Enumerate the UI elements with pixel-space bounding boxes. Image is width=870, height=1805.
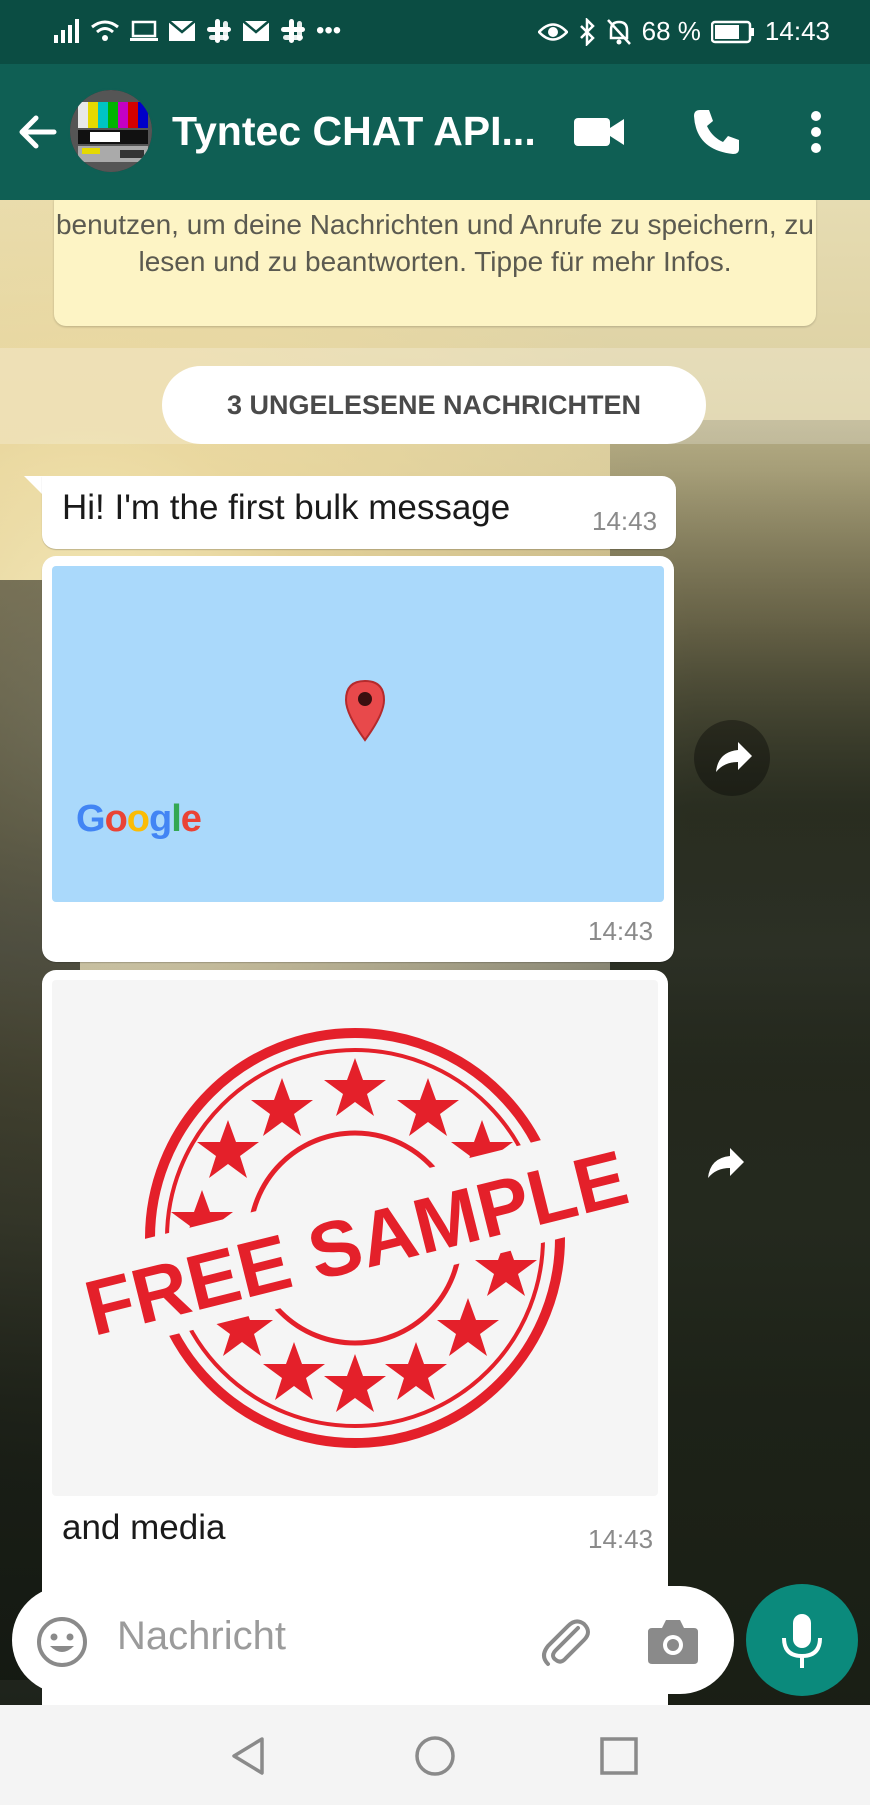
message-bubble[interactable]: Hi! I'm the first bulk message 14:43 (42, 476, 676, 549)
nav-back-icon[interactable] (226, 1733, 272, 1779)
message-time: 14:43 (592, 506, 658, 536)
slack-icon (281, 19, 305, 43)
forward-button[interactable] (686, 1126, 762, 1202)
bluetooth-icon (579, 17, 595, 46)
message-time: 14:43 (588, 916, 654, 946)
wifi-icon (91, 20, 119, 41)
nav-home-icon[interactable] (412, 1733, 458, 1779)
unread-badge: 3 UNGELESENE NACHRICHTEN (162, 366, 706, 444)
free-sample-stamp: FREE SAMPLE (76, 1028, 636, 1448)
forward-icon (708, 1148, 744, 1178)
encryption-notice[interactable]: benutzen, um deine Nachrichten und Anruf… (54, 200, 816, 326)
bell-off-icon (606, 18, 631, 45)
emoji-icon[interactable] (36, 1616, 88, 1668)
more-vertical-icon[interactable] (788, 104, 844, 160)
message-caption: and media (62, 1508, 226, 1547)
map-pin-icon (344, 679, 386, 742)
message-composer: Nachricht (12, 1586, 734, 1694)
signal-icon (54, 19, 79, 43)
forward-icon (716, 742, 752, 772)
message-text: Hi! I'm the first bulk message (62, 488, 511, 527)
system-navigation-bar (0, 1705, 870, 1805)
mail-icon (168, 20, 196, 41)
image-preview[interactable]: FREE SAMPLE (52, 980, 658, 1496)
laptop-icon (130, 20, 158, 41)
video-call-icon[interactable] (572, 104, 628, 160)
battery-percent: 68 % (641, 16, 701, 46)
phone-icon[interactable] (688, 104, 744, 160)
battery-icon (710, 20, 754, 43)
arrow-left-icon[interactable] (14, 108, 62, 156)
microphone-icon (782, 1614, 822, 1668)
eye-icon (537, 22, 568, 41)
chat-area[interactable]: benutzen, um deine Nachrichten und Anruf… (0, 200, 870, 1705)
voice-message-button[interactable] (746, 1584, 858, 1696)
camera-icon[interactable] (646, 1616, 700, 1666)
test-card-icon (70, 90, 152, 172)
mail-icon (242, 20, 270, 41)
clock: 14:43 (764, 16, 830, 46)
google-logo: Google (76, 798, 202, 840)
forward-button[interactable] (694, 720, 770, 796)
status-bar: ••• 68 % 14:43 (0, 0, 870, 64)
chat-header: Tyntec CHAT API... (0, 64, 870, 200)
chat-title[interactable]: Tyntec CHAT API... (172, 108, 542, 155)
nav-recents-icon[interactable] (596, 1733, 642, 1779)
map-preview[interactable]: Google (52, 566, 664, 902)
message-input[interactable]: Nachricht (117, 1614, 286, 1659)
slack-icon (207, 19, 231, 43)
paperclip-icon[interactable] (538, 1614, 594, 1670)
more-notifications-icon: ••• (316, 17, 342, 44)
avatar[interactable] (68, 88, 154, 174)
message-time: 14:43 (588, 1524, 654, 1554)
location-message[interactable]: Google 14:43 (42, 556, 674, 962)
bubble-tail (24, 476, 44, 496)
